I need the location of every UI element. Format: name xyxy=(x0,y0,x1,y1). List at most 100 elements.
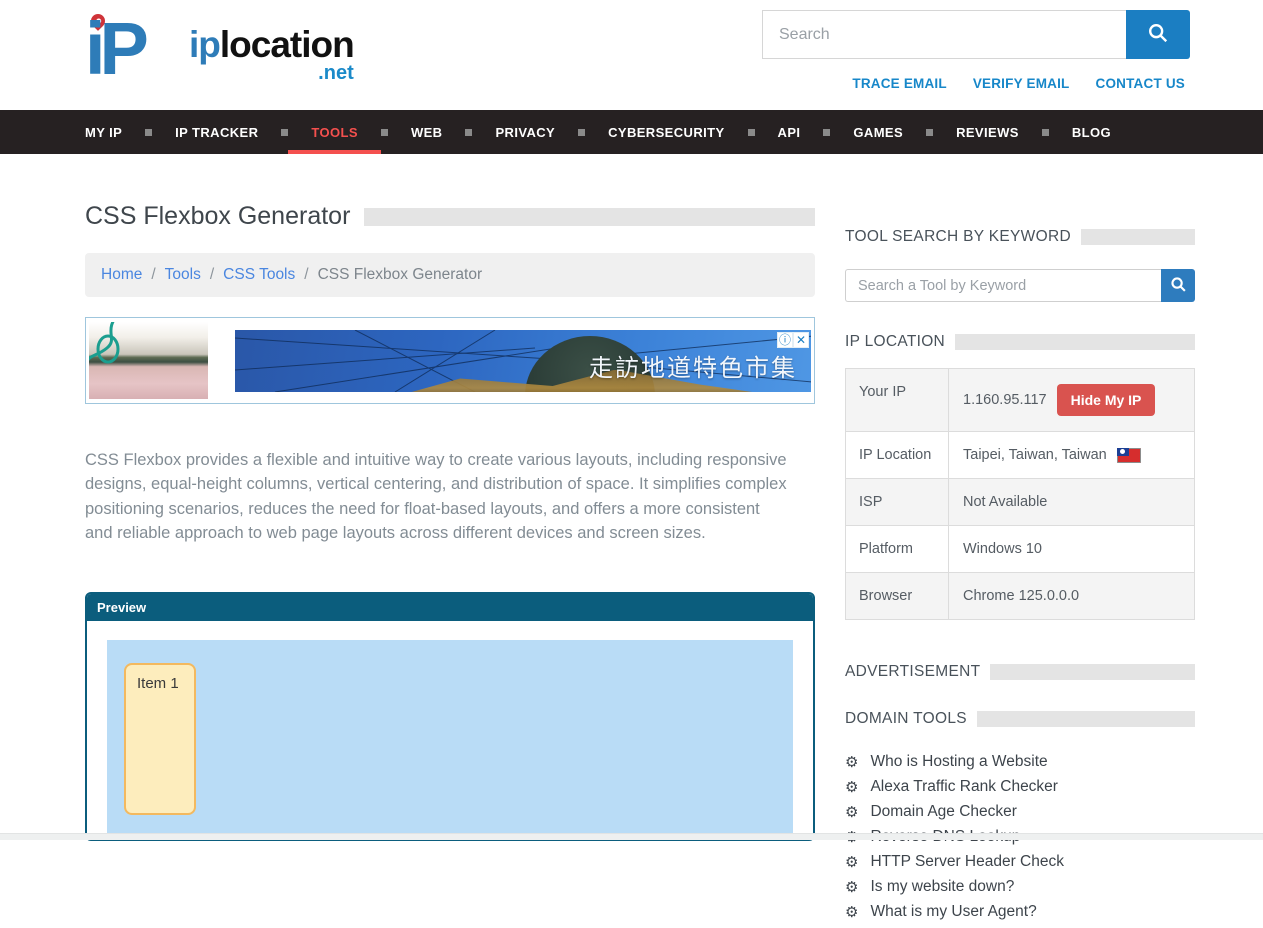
contact-us-link[interactable]: CONTACT US xyxy=(1096,76,1186,91)
row-label: Platform xyxy=(846,526,949,572)
breadcrumb-current: CSS Flexbox Generator xyxy=(318,266,483,284)
breadcrumb-separator: / xyxy=(151,266,155,284)
header-search-button[interactable] xyxy=(1126,10,1190,59)
domain-tool-link[interactable]: HTTP Server Header Check xyxy=(870,853,1064,871)
nav-separator xyxy=(281,129,288,136)
hide-my-ip-button[interactable]: Hide My IP xyxy=(1057,384,1156,416)
gear-icon: ⚙ xyxy=(845,780,858,795)
advertisement-heading: ADVERTISEMENT xyxy=(845,663,1195,681)
header-links: TRACE EMAIL VERIFY EMAIL CONTACT US xyxy=(852,76,1185,91)
row-value: Windows 10 xyxy=(949,526,1194,572)
search-icon xyxy=(1147,22,1169,47)
tool-search-heading: TOOL SEARCH BY KEYWORD xyxy=(845,228,1195,246)
title-row: CSS Flexbox Generator xyxy=(85,202,815,231)
nav-item-blog[interactable]: BLOG xyxy=(1049,110,1134,154)
table-row-browser: Browser Chrome 125.0.0.0 xyxy=(846,573,1194,619)
nav-item-privacy[interactable]: PRIVACY xyxy=(472,110,578,154)
nav-item-cybersecurity[interactable]: CYBERSECURITY xyxy=(585,110,747,154)
heading-decorative-bar xyxy=(990,664,1195,680)
domain-tools-heading-text: DOMAIN TOOLS xyxy=(845,710,967,728)
breadcrumb-tools[interactable]: Tools xyxy=(165,266,201,284)
nav-separator xyxy=(926,129,933,136)
page-title: CSS Flexbox Generator xyxy=(85,202,350,231)
nav-separator xyxy=(823,129,830,136)
nav-separator xyxy=(465,129,472,136)
main-nav: MY IP IP TRACKER TOOLS WEB PRIVACY CYBER… xyxy=(0,110,1263,154)
ip-info-table: Your IP 1.160.95.117 Hide My IP IP Locat… xyxy=(845,368,1195,620)
main-column: CSS Flexbox Generator Home / Tools / CSS… xyxy=(85,154,815,928)
logo-word-ip: ip xyxy=(189,24,220,65)
row-value: Chrome 125.0.0.0 xyxy=(949,573,1194,619)
nav-item-my-ip[interactable]: MY IP xyxy=(62,110,145,154)
heading-decorative-bar xyxy=(977,711,1195,727)
nav-item-api[interactable]: API xyxy=(755,110,824,154)
breadcrumb: Home / Tools / CSS Tools / CSS Flexbox G… xyxy=(85,253,815,297)
header-search-input[interactable] xyxy=(762,10,1126,59)
search-icon xyxy=(1170,276,1187,296)
domain-tool-link[interactable]: Is my website down? xyxy=(870,878,1014,896)
breadcrumb-css-tools[interactable]: CSS Tools xyxy=(223,266,295,284)
ad-banner[interactable]: 走訪地道特色市集 ⓘ ✕ xyxy=(85,317,815,404)
trace-email-link[interactable]: TRACE EMAIL xyxy=(852,76,946,91)
heading-decorative-bar xyxy=(955,334,1195,350)
row-label: ISP xyxy=(846,479,949,525)
verify-email-link[interactable]: VERIFY EMAIL xyxy=(973,76,1070,91)
site-logo[interactable]: iP iplocation .net xyxy=(85,8,354,94)
nav-item-web[interactable]: WEB xyxy=(388,110,466,154)
sidebar: TOOL SEARCH BY KEYWORD IP LOCATION Your … xyxy=(845,154,1195,928)
domain-tool-link[interactable]: Alexa Traffic Rank Checker xyxy=(870,778,1058,796)
site-header: iP iplocation .net TRACE EMAIL VERIFY EM… xyxy=(0,0,1263,110)
ad-main-image: 走訪地道特色市集 ⓘ ✕ xyxy=(235,330,811,392)
row-label: Your IP xyxy=(846,369,949,431)
nav-separator xyxy=(381,129,388,136)
nav-separator xyxy=(1042,129,1049,136)
ip-location-value: Taipei, Taiwan, Taiwan xyxy=(963,447,1107,463)
tool-search xyxy=(845,269,1195,302)
nav-separator xyxy=(578,129,585,136)
nav-item-tools[interactable]: TOOLS xyxy=(288,110,381,154)
tool-search-input[interactable] xyxy=(845,269,1161,302)
taiwan-flag-icon xyxy=(1117,448,1141,463)
nav-item-ip-tracker[interactable]: IP TRACKER xyxy=(152,110,281,154)
list-item[interactable]: ⚙ Who is Hosting a Website xyxy=(845,753,1195,771)
title-decorative-bar xyxy=(364,208,815,226)
domain-tool-link[interactable]: Domain Age Checker xyxy=(870,803,1016,821)
ad-info-icon[interactable]: ⓘ xyxy=(777,332,793,348)
ad-badges: ⓘ ✕ xyxy=(777,332,809,348)
table-row-isp: ISP Not Available xyxy=(846,479,1194,526)
heading-decorative-bar xyxy=(1081,229,1195,245)
nav-item-games[interactable]: GAMES xyxy=(830,110,926,154)
breadcrumb-separator: / xyxy=(304,266,308,284)
gear-icon: ⚙ xyxy=(845,880,858,895)
list-item[interactable]: ⚙ Alexa Traffic Rank Checker xyxy=(845,778,1195,796)
nav-item-reviews[interactable]: REVIEWS xyxy=(933,110,1042,154)
list-item[interactable]: ⚙ HTTP Server Header Check xyxy=(845,853,1195,871)
logo-mark: iP xyxy=(85,8,189,94)
list-item[interactable]: ⚙Domain Age Checker xyxy=(845,803,1195,821)
row-value: 1.160.95.117 Hide My IP xyxy=(949,369,1194,431)
logo-wordmark: iplocation .net xyxy=(189,26,354,63)
ip-location-heading: IP LOCATION xyxy=(845,333,1195,351)
row-value: Taipei, Taiwan, Taiwan xyxy=(949,432,1194,478)
list-item[interactable]: ⚙What is my User Agent? xyxy=(845,903,1195,921)
gear-icon: ⚙ xyxy=(845,755,858,770)
ad-close-icon[interactable]: ✕ xyxy=(793,332,809,348)
domain-tool-link[interactable]: Who is Hosting a Website xyxy=(870,753,1047,771)
list-item[interactable]: ⚙ Is my website down? xyxy=(845,878,1195,896)
preview-body: Item 1 xyxy=(87,621,813,841)
flex-preview-container: Item 1 xyxy=(107,640,793,835)
tool-search-button[interactable] xyxy=(1161,269,1195,302)
gear-icon: ⚙ xyxy=(845,855,858,870)
preview-panel-title: Preview xyxy=(87,594,813,621)
logo-word-net: .net xyxy=(318,62,354,85)
domain-tools-heading: DOMAIN TOOLS xyxy=(845,710,1195,728)
domain-tool-link[interactable]: What is my User Agent? xyxy=(870,903,1036,921)
header-search xyxy=(762,10,1190,59)
logo-word-location: location xyxy=(220,24,354,65)
table-row-ip-location: IP Location Taipei, Taiwan, Taiwan xyxy=(846,432,1194,479)
flex-preview-item-1: Item 1 xyxy=(124,663,196,815)
nav-separator xyxy=(748,129,755,136)
breadcrumb-home[interactable]: Home xyxy=(101,266,142,284)
preview-panel: Preview Item 1 xyxy=(85,592,815,841)
nav-separator xyxy=(145,129,152,136)
